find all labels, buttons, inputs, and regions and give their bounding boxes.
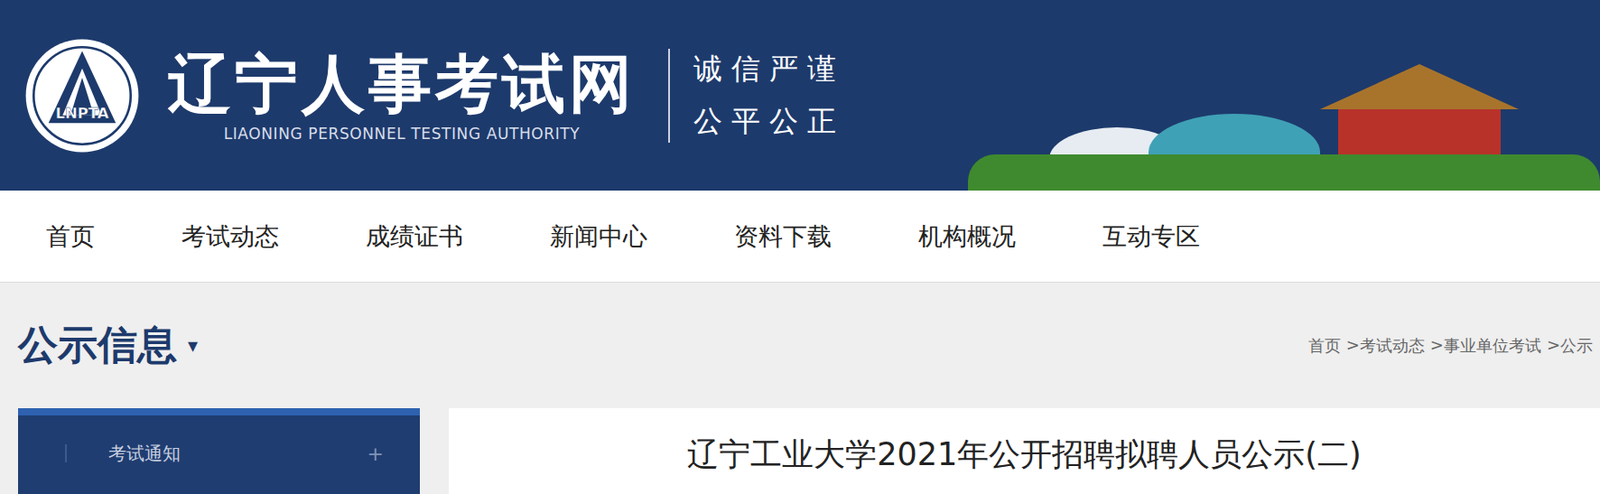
- breadcrumb-separator: >: [1430, 334, 1444, 357]
- site-titles: 辽宁人事考试网 LIAONING PERSONNEL TESTING AUTHOR…: [167, 47, 636, 143]
- nav-item[interactable]: 考试动态: [181, 220, 280, 253]
- motto: 诚信严谨: [693, 53, 846, 85]
- expand-icon[interactable]: +: [367, 442, 384, 466]
- site-subtitle: LIAONING PERSONNEL TESTING AUTHORITY: [223, 124, 581, 143]
- sidebar: 考试通知+: [18, 408, 420, 494]
- mottos: 诚信严谨公平公正: [693, 53, 846, 137]
- breadcrumb: 首页>考试动态>事业单位考试>公示: [1308, 334, 1593, 357]
- header-divider: [668, 48, 670, 143]
- brand[interactable]: LNPTA 辽宁人事考试网 LIAONING PERSONNEL TESTING A…: [0, 37, 636, 155]
- nav-item[interactable]: 首页: [46, 220, 95, 253]
- svg-text:LNPTA: LNPTA: [55, 104, 110, 122]
- nav-item[interactable]: 机构概况: [918, 220, 1016, 253]
- section-title[interactable]: 公示信息▾: [18, 318, 198, 373]
- nav-item[interactable]: 资料下载: [734, 220, 832, 253]
- main-area: 考试通知+ 辽宁工业大学2021年公开招聘拟聘人员公示(二): [0, 408, 1600, 494]
- breadcrumb-item[interactable]: 事业单位考试: [1443, 334, 1542, 357]
- marker-icon: [65, 444, 67, 463]
- section-row: 公示信息▾首页>考试动态>事业单位考试>公示: [0, 282, 1600, 409]
- article-title: 辽宁工业大学2021年公开招聘拟聘人员公示(二): [687, 433, 1361, 494]
- site-header: LNPTA 辽宁人事考试网 LIAONING PERSONNEL TESTING A…: [0, 0, 1600, 191]
- breadcrumb-separator: >: [1346, 334, 1360, 357]
- motto: 公平公正: [693, 105, 846, 138]
- site-title: 辽宁人事考试网: [167, 47, 636, 121]
- nav-item[interactable]: 成绩证书: [365, 220, 464, 253]
- article-panel: 辽宁工业大学2021年公开招聘拟聘人员公示(二): [448, 408, 1600, 494]
- nav-item[interactable]: 新闻中心: [549, 220, 648, 253]
- main-nav: 首页 考试动态 成绩证书 新闻中心 资料下载 机构概况 互动专区: [0, 190, 1600, 283]
- breadcrumb-item[interactable]: 考试动态: [1359, 334, 1425, 357]
- logo-icon: LNPTA: [23, 37, 141, 155]
- breadcrumb-separator: >: [1546, 334, 1561, 357]
- nav-item[interactable]: 互动专区: [1102, 220, 1200, 253]
- header-photo: [967, 0, 1600, 191]
- page: LNPTA 辽宁人事考试网 LIAONING PERSONNEL TESTING A…: [0, 0, 1600, 494]
- breadcrumb-item[interactable]: 首页: [1308, 334, 1341, 357]
- trees: [967, 154, 1600, 191]
- breadcrumb-item[interactable]: 公示: [1560, 334, 1593, 357]
- sidebar-item[interactable]: 考试通知+: [18, 415, 420, 479]
- caret-icon: ▾: [187, 334, 198, 357]
